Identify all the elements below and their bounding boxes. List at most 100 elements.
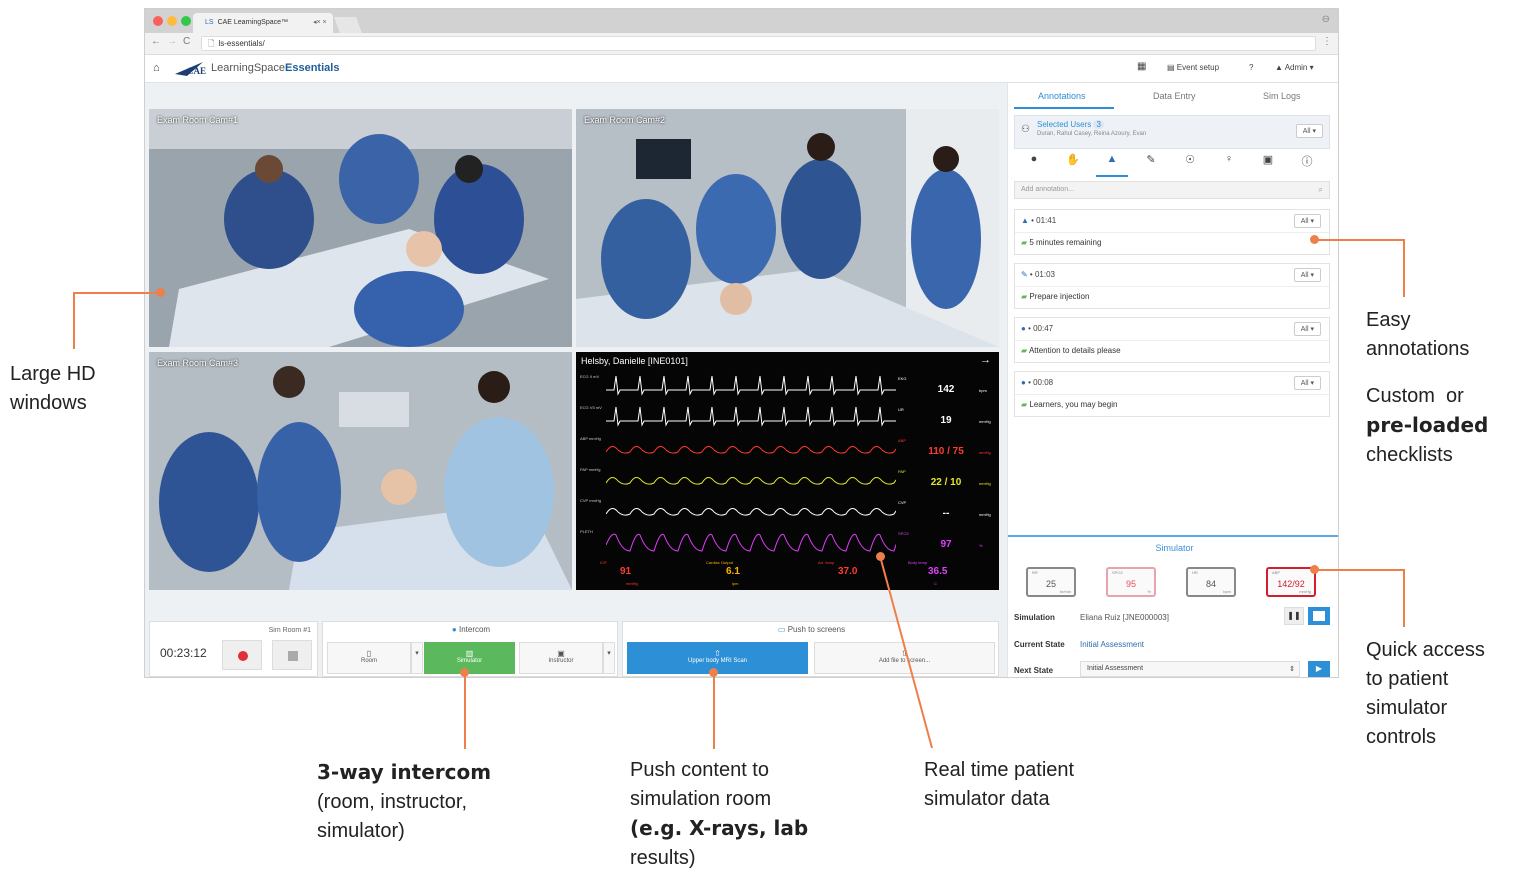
annotation-divider (1015, 340, 1329, 341)
pause-button[interactable]: ❚❚ (1284, 607, 1304, 625)
annotation-users-select[interactable]: All ▾ (1293, 322, 1321, 336)
camera-view-2[interactable]: Exam Room Cam#2 (576, 109, 999, 347)
intercom-simulator-button[interactable]: ▥ Simulator (424, 642, 515, 674)
monitor-unit: bpm (979, 388, 987, 393)
vital-unit: bpm (1223, 589, 1231, 594)
syringe-icon[interactable]: ✎ (1141, 153, 1161, 166)
monitor-patient-title: Helsby, Danielle [INE0101] (581, 356, 688, 366)
selected-users-box[interactable]: ⚇ Selected Users 3 Duran, Rahul Casey, R… (1014, 115, 1330, 149)
simulation-value: Eliana Ruiz [JNE000003] (1080, 613, 1169, 622)
selected-users-label: Selected Users (1037, 120, 1092, 129)
annotation-time-value: 00:47 (1033, 324, 1054, 333)
recording-panel: Sim Room #1 00:23:12 (149, 621, 318, 677)
forward-icon[interactable]: → (167, 36, 177, 47)
screen-icon: ▭ (777, 625, 788, 634)
annotation-input[interactable]: Add annotation... ⌕ (1014, 181, 1330, 199)
monitor-param-tag: SPO2 (898, 531, 909, 536)
browser-tab[interactable]: LS CAE LearningSpace™ (193, 13, 333, 33)
warning-icon[interactable]: ▲ (1102, 153, 1122, 165)
logo-essentials: Essentials (285, 62, 340, 74)
tab-data-entry[interactable]: Data Entry (1153, 91, 1196, 101)
annotation-users-select[interactable]: All ▾ (1293, 376, 1321, 390)
close-window-button[interactable] (153, 16, 163, 26)
annotation-users-value: All (1300, 218, 1309, 225)
next-state-select[interactable]: Initial Assessment ⇕ (1080, 661, 1300, 677)
selected-users-line: Selected Users 3 (1037, 120, 1104, 129)
room-dropdown-icon[interactable]: ▾ (411, 642, 423, 674)
admin-menu[interactable]: ▲ Admin ▾ (1275, 63, 1314, 72)
monitor-bottom-value: 37.0 (838, 566, 858, 577)
callout-intercom-bold: 3-way intercom (317, 758, 507, 788)
vital-unit: br/min (1059, 589, 1071, 594)
monitor-bottom-label: ICP (600, 560, 607, 565)
comment-icon[interactable]: ● (1024, 153, 1044, 165)
monitor-waveform (606, 477, 896, 485)
door-icon: ▯ (366, 649, 372, 658)
callout-line-sim-horizontal (1315, 569, 1405, 571)
annotation-users-select[interactable]: All ▾ (1293, 268, 1321, 282)
camera-icon[interactable]: ▣ (1258, 153, 1278, 166)
monitor-unit: mmHg (979, 419, 991, 424)
vital-name: HR (1192, 570, 1198, 575)
reload-icon[interactable]: C (183, 36, 190, 47)
callout-line-annot-horizontal (1315, 239, 1405, 241)
monitor-waveform (606, 508, 896, 516)
monitor-wave-label: ECG II mV (580, 374, 600, 379)
camera-view-3[interactable]: Exam Room Cam#3 (149, 352, 572, 590)
push-mri-button[interactable]: ⇧ Upper body MRI Scan (627, 642, 808, 674)
stop-sim-button[interactable] (1308, 607, 1330, 625)
simulator-icon: ▥ (465, 649, 474, 658)
help-button[interactable]: ? (1249, 63, 1253, 72)
vital-box[interactable]: HR 84 bpm (1186, 567, 1236, 597)
annotation-card[interactable]: ✎ • 01:03 All ▾ ▰ Prepare injection (1014, 263, 1330, 309)
tab-annotations[interactable]: Annotations (1038, 91, 1086, 101)
next-state-go-button[interactable]: ▶ (1308, 661, 1330, 677)
thumbs-up-icon[interactable]: ✋ (1063, 153, 1083, 166)
lightbulb-icon[interactable]: ♀ (1219, 153, 1239, 165)
maximize-window-button[interactable] (181, 16, 191, 26)
annotation-card[interactable]: ▲ • 01:41 All ▾ ▰ 5 minutes remaining (1014, 209, 1330, 255)
monitor-bottom-unit: lpm (732, 581, 739, 586)
users-filter-value: All (1302, 128, 1311, 135)
instructor-dropdown-icon[interactable]: ▾ (603, 642, 615, 674)
vital-box[interactable]: ABP 142/92 mmHg (1266, 567, 1316, 597)
intercom-instructor-button[interactable]: ▣ Instructor (519, 642, 603, 674)
vital-box[interactable]: RR 25 br/min (1026, 567, 1076, 597)
intercom-panel: ● Intercom ▯ Room ▾ ▥ Simulator ▣ Instructo… (322, 621, 618, 677)
vital-box[interactable]: SPO2 95% (1106, 567, 1156, 597)
users-filter-select[interactable]: All ▾ (1295, 124, 1323, 138)
monitor-bottom-value: 6.1 (726, 566, 740, 577)
callout-push-bold: (e.g. X-rays, lab (630, 814, 820, 844)
current-state-value: Initial Assessment (1080, 640, 1145, 649)
annotation-card[interactable]: ● • 00:47 All ▾ ▰ Attention to details ple… (1014, 317, 1330, 363)
new-tab-button[interactable] (334, 17, 362, 33)
back-icon[interactable]: ← (151, 36, 161, 47)
app-logo-text[interactable]: LearningSpaceEssentials (211, 62, 339, 74)
tab-close-icon[interactable]: ◂× × (313, 13, 327, 33)
push-panel: ▭ Push to screens ⇧ Upper body MRI Scan ⇧… (622, 621, 999, 677)
record-button[interactable] (222, 640, 262, 670)
tab-sim-logs[interactable]: Sim Logs (1263, 91, 1301, 101)
home-icon[interactable]: ⌂ (153, 62, 160, 74)
menu-icon[interactable]: ⋮ (1322, 36, 1332, 47)
stop-button[interactable] (272, 640, 312, 670)
url-field[interactable]: 🗋 ls-essentials/ (201, 36, 1316, 51)
intercom-room-button[interactable]: ▯ Room (327, 642, 411, 674)
grid-view-icon[interactable]: ▦ (1137, 61, 1146, 72)
annotation-card[interactable]: ● • 00:08 All ▾ ▰ Learners, you may begin (1014, 371, 1330, 417)
expand-arrow-icon[interactable]: → (980, 354, 991, 366)
select-caret-icon: ⇕ (1289, 666, 1295, 673)
annotation-users-select[interactable]: All ▾ (1293, 214, 1321, 228)
minimize-window-button[interactable] (167, 16, 177, 26)
profile-icon[interactable]: ⊖ (1322, 14, 1330, 25)
callout-large-hd: Large HD windows (10, 363, 96, 414)
camera-view-1[interactable]: Exam Room Cam#1 (149, 109, 572, 347)
monitor-waveform (606, 375, 896, 396)
stethoscope-icon[interactable]: ☉ (1180, 153, 1200, 166)
event-setup-button[interactable]: ▤ Event setup (1167, 63, 1219, 72)
annotation-time-value: 01:41 (1036, 216, 1057, 225)
info-icon[interactable]: ⓘ (1297, 153, 1317, 169)
vital-name: SPO2 (1112, 570, 1123, 575)
callout-line-monitor (879, 555, 933, 749)
callout-push-bold-text: (e.g. X-rays, lab (630, 816, 809, 840)
